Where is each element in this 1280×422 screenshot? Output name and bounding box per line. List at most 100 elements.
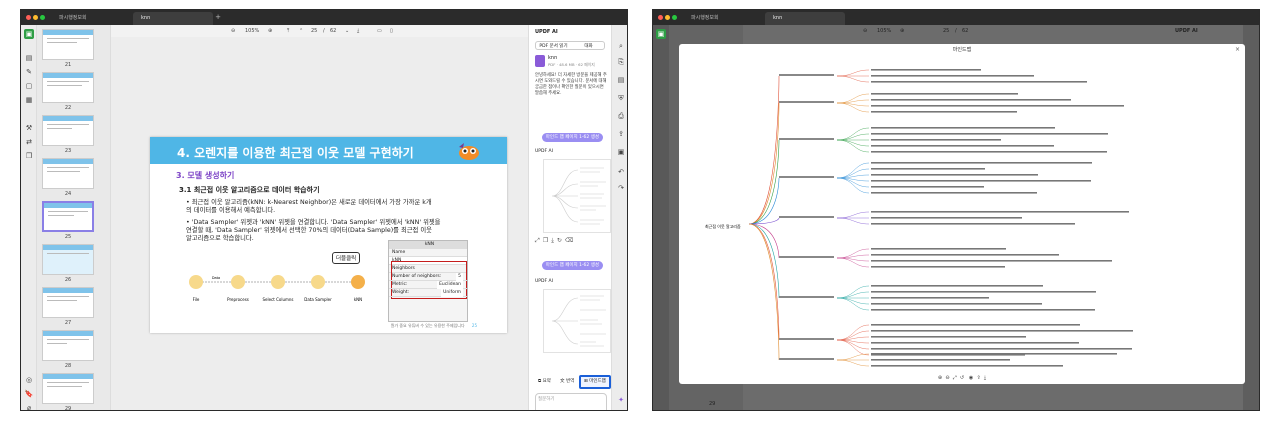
summary-icon: ⧉ (538, 379, 542, 384)
layers-icon[interactable]: ◎ (24, 375, 34, 385)
maximize-window-button[interactable] (672, 15, 677, 20)
mindmap-preview-2[interactable] (543, 289, 611, 353)
edit-icon[interactable]: ✎ (24, 67, 34, 77)
page-layout-icon[interactable]: ▯ (390, 28, 393, 34)
left-app-window: 파시행정보회 knn + ▣ ▤ ✎ ▢ ▦ ⚒ ⇄ ❒ ◎ 🔖 ⌀ 21 22… (20, 9, 628, 411)
tab-doc-1[interactable]: 파시행정보회 (51, 12, 131, 25)
close-window-button[interactable] (26, 15, 31, 20)
zoom-in-icon[interactable]: ⊕ (938, 375, 942, 381)
zoom-out-icon[interactable]: ⊖ (945, 375, 949, 381)
tab-doc-knn[interactable]: knn (765, 12, 845, 25)
zoom-level[interactable]: 105% (877, 28, 891, 34)
organize-icon[interactable]: ▦ (24, 95, 34, 105)
thumbnail-page[interactable] (42, 287, 94, 318)
translate-button[interactable]: 文 번역 (557, 377, 577, 387)
tools-icon[interactable]: ⚒ (24, 123, 34, 133)
page-separator: / (323, 28, 325, 34)
zoom-out-icon[interactable]: ⊖ (863, 28, 867, 34)
delete-icon[interactable]: ⌫ (565, 237, 576, 244)
mindmap-leaf-node (871, 162, 1092, 164)
ai-question-input[interactable]: 질문하기 ✦ ➤ (535, 393, 607, 410)
bookmark-icon[interactable]: 🔖 (24, 389, 34, 399)
tab-pdf-read[interactable]: PDF 문서 읽기 (536, 43, 571, 49)
minimize-window-button[interactable] (665, 15, 670, 20)
copy-icon[interactable]: ❐ (543, 237, 551, 244)
comment-icon[interactable]: ▢ (24, 81, 34, 91)
undo-icon[interactable]: ↶ (616, 167, 626, 177)
zoom-level[interactable]: 105% (245, 28, 259, 34)
reader-icon[interactable]: ▤ (24, 53, 34, 63)
slide-page-number: 25 (471, 323, 477, 328)
add-tab-icon[interactable]: + (213, 12, 223, 22)
refresh-icon[interactable]: ↻ (557, 237, 565, 244)
thumbnail-page[interactable] (42, 72, 94, 103)
first-page-icon[interactable]: ⤒ (287, 28, 289, 34)
thumbnail-page[interactable] (42, 29, 94, 60)
close-window-button[interactable] (658, 15, 663, 20)
expand-icon[interactable]: ⤢ (535, 237, 543, 244)
mindmap-leaf-node (871, 266, 1005, 268)
page-current[interactable]: 25 (943, 28, 949, 34)
maximize-window-button[interactable] (40, 15, 45, 20)
share-icon[interactable]: ⎘ (616, 57, 626, 67)
pages-icon[interactable]: ❒ (24, 151, 34, 161)
save-icon[interactable]: ▤ (616, 75, 626, 85)
metric-select[interactable]: Euclidean (437, 281, 463, 289)
tab-doc-1[interactable]: 파시행정보회 (683, 12, 763, 25)
minimize-window-button[interactable] (33, 15, 38, 20)
neighbors-spinbox[interactable]: 5 (456, 273, 463, 281)
mindmap-canvas[interactable]: 최근접 이웃 알고리즘 (679, 58, 1245, 373)
zoom-in-icon[interactable]: ⊕ (900, 28, 904, 34)
mindmap-branch-node (779, 256, 834, 258)
mindmap-leaf-node (871, 330, 1133, 332)
prev-page-icon[interactable]: ⌃ (299, 28, 303, 34)
theme-icon[interactable]: ◉ (969, 375, 973, 381)
last-page-icon[interactable]: ⤓ (357, 28, 359, 34)
mindmap-leaf-line (836, 285, 870, 299)
document-canvas: 4. 오렌지를 이용한 최근접 이웃 모델 구현하기 3. 모델 생성하기 3.… (111, 37, 528, 410)
knn-widget-icon (351, 275, 365, 289)
thumbnail-page[interactable] (42, 330, 94, 361)
mindmap-branch-line (748, 223, 780, 361)
next-page-icon[interactable]: ⌄ (345, 28, 349, 34)
mindmap-leaf-line (836, 297, 870, 305)
redo-icon[interactable]: ↷ (616, 183, 626, 193)
mindmap-leaf-node (871, 168, 985, 170)
convert-icon[interactable]: ⇄ (24, 137, 34, 147)
page-current[interactable]: 25 (311, 28, 317, 34)
convert-icon[interactable]: ▣ (616, 147, 626, 157)
download-icon[interactable]: ⤓ (984, 375, 986, 381)
reset-icon[interactable]: ↺ (960, 375, 964, 381)
tab-doc-knn[interactable]: knn (133, 12, 213, 25)
thumbnail-page[interactable] (42, 158, 94, 189)
weight-select[interactable]: Uniform (441, 289, 463, 297)
ai-toggle-icon[interactable]: ✦ (616, 395, 626, 405)
fit-view-icon[interactable]: ⤢ (953, 375, 957, 381)
pdf-file-icon (535, 55, 545, 67)
ai-intro-message: 안녕하세요! 더 자세한 방문을 제공해 주시면 도와드릴 수 있습니다. 문서… (535, 73, 607, 96)
attachment-icon[interactable]: ⌀ (24, 403, 34, 410)
thumbnail-page[interactable] (42, 244, 94, 275)
mindmap-preview-1[interactable] (543, 159, 611, 233)
presentation-icon[interactable]: ▭ (377, 28, 382, 34)
print-icon[interactable]: ⎙ (616, 111, 626, 121)
right-tool-rail: ⌕ ⎘ ▤ ⛨ ⎙ ⇪ ▣ ↶ ↷ ✦ (611, 25, 627, 410)
zoom-in-icon[interactable]: ⊕ (268, 28, 272, 34)
zoom-out-icon[interactable]: ⊖ (231, 28, 235, 34)
thumbnail-page-selected[interactable] (42, 201, 94, 232)
ai-label-1: UPDF AI (535, 149, 553, 154)
close-icon[interactable]: × (1235, 46, 1240, 53)
weight-row: Weight: Uniform (389, 289, 467, 297)
search-icon[interactable]: ⌕ (616, 41, 626, 51)
left-tool-rail-dimmed: ▣ (653, 25, 669, 410)
summary-label: 요약 (542, 379, 551, 384)
mindmap-leaf-node (871, 133, 1108, 135)
thumbnail-page[interactable] (42, 373, 94, 404)
summary-button[interactable]: ⧉ 요약 (535, 377, 554, 387)
mindmap-button[interactable]: ⊞ 마인드맵 (579, 375, 611, 389)
export-icon[interactable]: ⇪ (976, 375, 980, 381)
export-icon[interactable]: ⇪ (616, 129, 626, 139)
tab-chat[interactable]: 대화 (571, 43, 606, 49)
thumbnail-page[interactable] (42, 115, 94, 146)
protect-icon[interactable]: ⛨ (616, 93, 626, 103)
